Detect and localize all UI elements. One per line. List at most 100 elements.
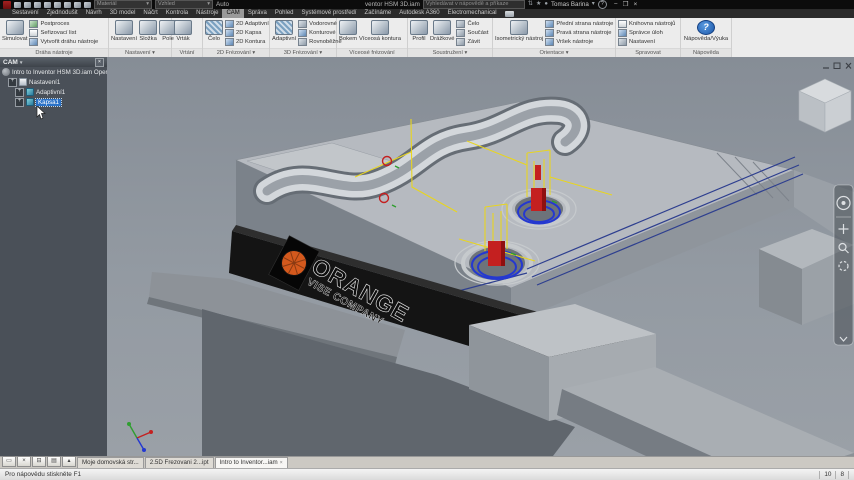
generate-toolpath-button[interactable]: Vytvořit dráhu nástroje — [29, 38, 98, 46]
tree-item-label: Nastavení1 — [29, 78, 61, 86]
doc-restore-icon[interactable] — [833, 62, 841, 69]
adaptive-2d-button[interactable]: 2D Adaptivní — [225, 20, 269, 28]
simulate-button[interactable]: Simulovat — [2, 19, 27, 47]
group-title-turning[interactable]: Soustružení ▾ — [408, 48, 492, 57]
group-title-orientation[interactable]: Orientace ▾ — [493, 48, 615, 57]
chevron-down-icon[interactable]: ▾ — [592, 0, 595, 9]
job-manager-button[interactable]: Správce úloh — [618, 29, 675, 37]
user-name[interactable]: Tomas Barina — [551, 1, 589, 8]
tool-library-icon — [618, 20, 627, 28]
browser-panel-close-icon[interactable]: × — [95, 57, 104, 67]
tab-electromechanical[interactable]: Electromechanical — [444, 9, 501, 18]
turn-part-button[interactable]: Součást — [456, 29, 488, 37]
close-button[interactable]: × — [633, 0, 637, 9]
redo-icon[interactable] — [54, 1, 61, 8]
home-icon[interactable] — [64, 1, 71, 8]
viewcube[interactable] — [798, 78, 852, 133]
close-icon[interactable]: × — [280, 460, 283, 466]
tab-zaciname[interactable]: Začínáme — [361, 9, 396, 18]
minimize-button[interactable]: − — [614, 0, 618, 9]
folder-button[interactable]: Složka — [139, 19, 158, 47]
turn-thread-button[interactable]: Závit — [456, 38, 488, 46]
switch-window-icon[interactable]: ▴ — [62, 456, 76, 467]
contour-3d-button[interactable]: Konturové — [298, 29, 342, 37]
face-mill-button[interactable]: Čelo — [205, 19, 223, 47]
navigation-bar[interactable] — [833, 184, 854, 346]
doc-tab-home[interactable]: Moje domovská str... — [77, 457, 144, 468]
arrange-windows-icon[interactable]: ▭ — [2, 456, 16, 467]
vise-rail[interactable] — [557, 367, 854, 480]
doc-tab-intro-iam[interactable]: Intro to Inventor...iam × — [214, 457, 288, 468]
tab-nastroje[interactable]: Nástroje — [192, 9, 222, 18]
tree-item-root[interactable]: Intro to Inventor HSM 3D.iam Operace. — [0, 67, 107, 77]
doc-tab-frezovani[interactable]: 2.5D Frezovani 2...ipt — [144, 457, 214, 468]
group-title-3d-milling[interactable]: 3D Frézování ▾ — [270, 48, 336, 57]
tab-kontrola[interactable]: Kontrola — [162, 9, 192, 18]
parallel-button[interactable]: Rovnoběžné — [298, 38, 342, 46]
help-learning-button[interactable]: ? Nápověda/Výuka — [684, 19, 728, 47]
sync-icon[interactable]: ⇅ — [528, 0, 533, 9]
swarf-button[interactable]: Bokem — [339, 19, 357, 47]
screen-capture-icon[interactable] — [504, 10, 514, 17]
select-tool-icon[interactable] — [84, 1, 91, 8]
material-combo[interactable]: Materiál ▾ — [94, 0, 152, 9]
help-search-input[interactable]: Vyhledávat v nápovědě a příkaze — [422, 0, 525, 9]
turn-groove-button[interactable]: Drážkové — [430, 19, 454, 47]
pocket-2d-button[interactable]: 2D Kapsa — [225, 29, 269, 37]
expand-icon[interactable]: + — [15, 97, 24, 107]
multiaxis-contour-button[interactable]: Víceosá kontura — [359, 19, 401, 47]
browser-header[interactable]: CAM ▾ × — [0, 57, 107, 67]
turn-face-button[interactable]: Čelo — [456, 20, 488, 28]
tile-windows-icon[interactable]: ⊟ — [32, 456, 46, 467]
group-title-2d-milling[interactable]: 2D Frézování ▾ — [203, 48, 269, 57]
tool-front-icon — [545, 20, 555, 28]
turn-part-icon — [456, 29, 466, 37]
tree-item-kapsa1[interactable]: + Kapsa1 — [0, 97, 107, 107]
tab-systemove-prostredi[interactable]: Systémové prostředí — [298, 9, 361, 18]
button-label: Knihovna nástrojů — [629, 21, 676, 27]
tree-item-adaptive1[interactable]: + Adaptivní1 — [0, 87, 107, 97]
favorites-star-icon[interactable]: ★ — [536, 0, 541, 9]
tab-navrh[interactable]: Návrh — [82, 9, 106, 18]
tab-zjednodusit[interactable]: Zjednodušit — [43, 9, 82, 18]
tab-3d-model[interactable]: 3D model — [106, 9, 140, 18]
tree-item-setup1[interactable]: + Nastavení1 — [0, 77, 107, 87]
tab-sprava[interactable]: Správa — [244, 9, 271, 18]
tab-cam[interactable]: CAM — [222, 9, 244, 18]
tool-front-button[interactable]: Přední strana nástroje — [545, 20, 613, 28]
tab-nacrt[interactable]: Náčrt — [139, 9, 161, 18]
save-icon[interactable] — [34, 1, 41, 8]
restore-button[interactable]: ❐ — [623, 0, 629, 9]
measure-icon[interactable] — [74, 1, 81, 8]
tab-sestaveni[interactable]: Sestavení — [8, 9, 43, 18]
doc-close-icon[interactable] — [845, 62, 852, 69]
help-icon[interactable]: ? — [597, 0, 607, 9]
turn-profile-button[interactable]: Profil — [410, 19, 428, 47]
tool-library-button[interactable]: Knihovna nástrojů — [618, 20, 675, 28]
isometric-tool-button[interactable]: Isometrický nástroj — [495, 19, 543, 47]
viewport-window-controls[interactable] — [823, 62, 852, 69]
postprocess-button[interactable]: Postproces — [29, 20, 98, 28]
expand-icon[interactable]: + — [8, 77, 17, 87]
group-title-setup[interactable]: Nastavení ▾ — [109, 48, 171, 57]
close-window-icon[interactable]: × — [17, 456, 31, 467]
expand-icon[interactable]: + — [15, 87, 24, 97]
new-file-icon[interactable] — [14, 1, 21, 8]
appearance-combo[interactable]: Vzhled ▾ — [155, 0, 213, 9]
open-icon[interactable] — [24, 1, 31, 8]
inventor-logo-icon[interactable] — [3, 0, 11, 9]
undo-icon[interactable] — [44, 1, 51, 8]
setup-button[interactable]: Nastavení — [111, 19, 137, 47]
tool-right-button[interactable]: Pravá strana nástroje — [545, 29, 613, 37]
cam-settings-button[interactable]: Nastavení — [618, 38, 675, 46]
horizontal-button[interactable]: Vodorovné — [298, 20, 342, 28]
setup-sheet-button[interactable]: Seřizovací list — [29, 29, 98, 37]
viewport[interactable]: ORANGE VISE COMPANY — [107, 57, 854, 480]
contour-2d-button[interactable]: 2D Kontura — [225, 38, 269, 46]
tab-autodesk-a360[interactable]: Autodesk A360 — [395, 9, 443, 18]
window-list-icon[interactable]: ▤ — [47, 456, 61, 467]
tool-top-button[interactable]: Vršek nástroje — [545, 38, 613, 46]
adaptive-3d-button[interactable]: Adaptivní — [272, 19, 296, 47]
drill-button[interactable]: Vrták — [174, 19, 192, 47]
tab-pohled[interactable]: Pohled — [271, 9, 298, 18]
